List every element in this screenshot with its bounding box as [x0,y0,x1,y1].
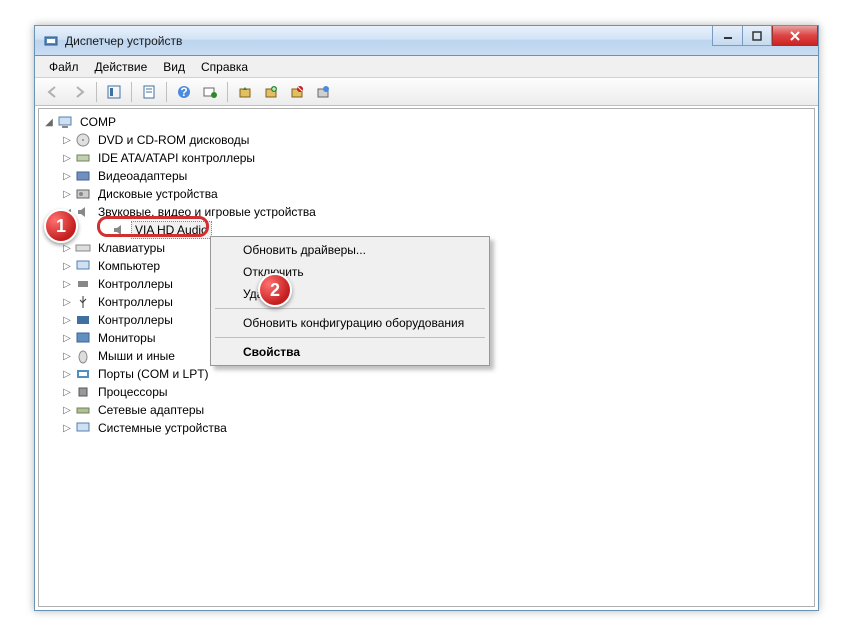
disable-button[interactable] [285,80,309,104]
titlebar[interactable]: Диспетчер устройств [35,26,818,56]
tree-item[interactable]: ▷Дисковые устройства [61,185,810,203]
scan-button[interactable] [198,80,222,104]
cdrom-icon [75,132,91,148]
ctx-disable[interactable]: Отключить [213,261,487,283]
expand-icon[interactable]: ▷ [61,171,73,182]
device-manager-window: Диспетчер устройств Файл Действие Вид Сп… [34,25,819,611]
action-button[interactable] [311,80,335,104]
maximize-button[interactable] [742,26,772,46]
forward-button [67,80,91,104]
tree-item[interactable]: ▷DVD и CD-ROM дисководы [61,131,810,149]
ctx-scan-hardware[interactable]: Обновить конфигурацию оборудования [213,312,487,334]
uninstall-button[interactable] [259,80,283,104]
close-button[interactable] [772,26,818,46]
menubar: Файл Действие Вид Справка [35,56,818,78]
tree-item[interactable]: ▷IDE ATA/ATAPI контроллеры [61,149,810,167]
tree-item-sound[interactable]: ◢Звуковые, видео и игровые устройства [61,203,810,221]
collapse-icon[interactable]: ◢ [43,117,55,128]
tree-item[interactable]: ▷Процессоры [61,383,810,401]
monitor-icon [75,330,91,346]
mouse-icon [75,348,91,364]
expand-icon[interactable]: ▷ [61,387,73,398]
expand-icon[interactable]: ▷ [61,189,73,200]
window-title: Диспетчер устройств [65,34,182,48]
network-icon [75,402,91,418]
tree-item[interactable]: ▷Системные устройства [61,419,810,437]
computer-icon [57,114,73,130]
expand-icon[interactable]: ▷ [61,315,73,326]
expand-icon[interactable]: ▷ [61,279,73,290]
menu-action[interactable]: Действие [87,57,156,77]
cpu-icon [75,384,91,400]
system-icon [75,420,91,436]
context-menu: Обновить драйверы... Отключить Удалить О… [210,236,490,366]
menu-view[interactable]: Вид [155,57,193,77]
tree-item[interactable]: ▷Видеоадаптеры [61,167,810,185]
expand-icon[interactable]: ▷ [61,333,73,344]
ide-icon [75,150,91,166]
back-button [41,80,65,104]
ctx-separator [215,337,485,338]
update-driver-button[interactable] [233,80,257,104]
expand-icon[interactable]: ▷ [61,369,73,380]
expand-icon[interactable]: ▷ [61,351,73,362]
expand-icon[interactable]: ▷ [61,153,73,164]
toolbar: ? [35,78,818,106]
expand-icon[interactable]: ▷ [61,261,73,272]
tree-item[interactable]: ▷Сетевые адаптеры [61,401,810,419]
annotation-marker-1: 1 [44,209,78,243]
controller-icon [75,276,91,292]
expand-icon[interactable]: ▷ [61,405,73,416]
tree-root[interactable]: ◢ COMP [43,113,810,131]
usb-icon [75,294,91,310]
show-hide-tree-button[interactable] [102,80,126,104]
ctx-update-drivers[interactable]: Обновить драйверы... [213,239,487,261]
sound-icon [111,222,127,238]
ctx-separator [215,308,485,309]
expand-icon[interactable]: ▷ [61,243,73,254]
computer-icon [75,258,91,274]
window-controls [712,26,818,46]
annotation-marker-2: 2 [258,273,292,307]
expand-icon[interactable]: ▷ [61,297,73,308]
properties-button[interactable] [137,80,161,104]
help-button[interactable]: ? [172,80,196,104]
disk-icon [75,186,91,202]
menu-help[interactable]: Справка [193,57,256,77]
storage-controller-icon [75,312,91,328]
tree-item[interactable]: ▷Порты (COM и LPT) [61,365,810,383]
port-icon [75,366,91,382]
display-adapter-icon [75,168,91,184]
app-icon [43,33,59,49]
menu-file[interactable]: Файл [41,57,87,77]
expand-icon[interactable]: ▷ [61,135,73,146]
ctx-properties[interactable]: Свойства [213,341,487,363]
svg-text:?: ? [180,85,187,99]
expand-icon[interactable]: ▷ [61,423,73,434]
sound-icon [75,204,91,220]
minimize-button[interactable] [712,26,742,46]
keyboard-icon [75,240,91,256]
ctx-delete[interactable]: Удалить [213,283,487,305]
